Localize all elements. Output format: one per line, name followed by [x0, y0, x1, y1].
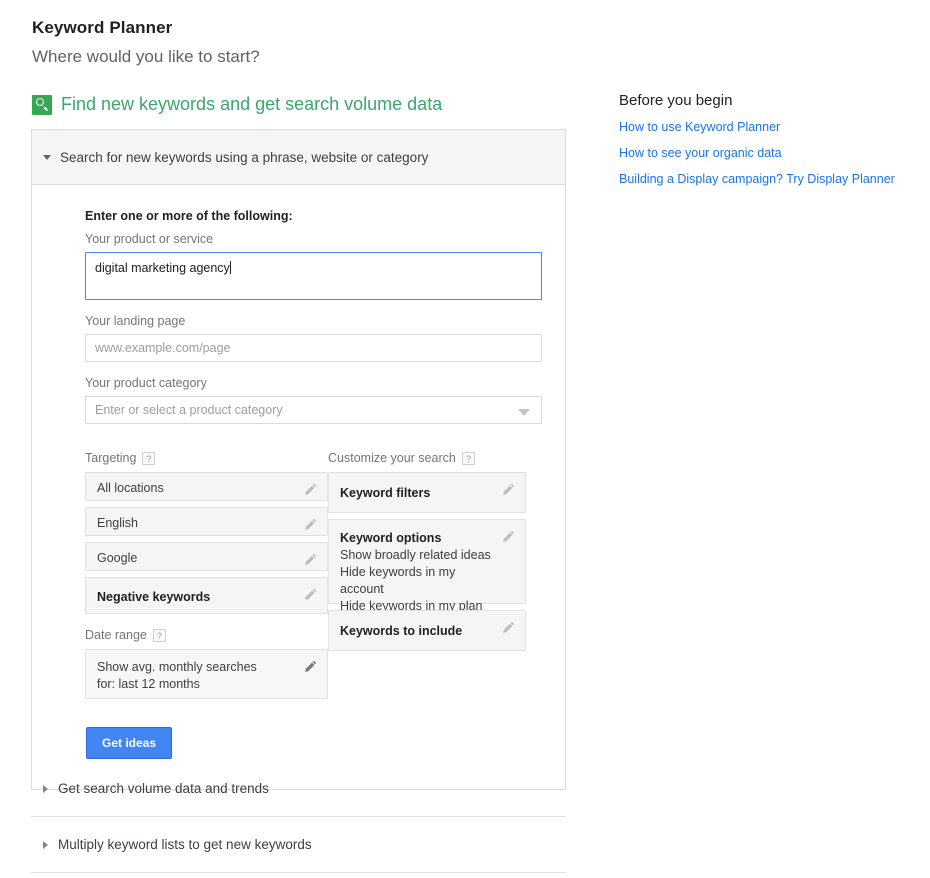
rail-link-display-planner[interactable]: Building a Display campaign? Try Display… [619, 172, 919, 187]
page-subtitle: Where would you like to start? [32, 47, 260, 66]
targeting-label-text: Targeting [85, 451, 137, 465]
targeting-card-label: All locations [97, 481, 164, 495]
keyword-options-title: Keyword options [340, 531, 442, 545]
date-range-card[interactable]: Show avg. monthly searches for: last 12 … [85, 649, 328, 699]
accordion-get-search-volume[interactable]: Get search volume data and trends [31, 761, 566, 817]
rail-link-how-to-use[interactable]: How to use Keyword Planner [619, 120, 919, 135]
page-title: Keyword Planner [32, 18, 173, 37]
product-category-label: Your product category [85, 376, 207, 390]
targeting-card-label: Negative keywords [97, 590, 211, 604]
targeting-card-language[interactable]: English [85, 507, 328, 536]
help-icon[interactable]: ? [142, 451, 156, 465]
date-range-value-line2: for: last 12 months [97, 677, 200, 691]
keyword-options-card[interactable]: Keyword options Show broadly related ide… [328, 519, 526, 613]
targeting-card-label: English [97, 516, 138, 530]
landing-page-label: Your landing page [85, 314, 186, 328]
product-or-service-input[interactable]: digital marketing agency [85, 252, 542, 300]
keyword-filters-title: Keyword filters [340, 486, 431, 500]
help-icon[interactable]: ? [152, 628, 166, 642]
product-or-service-label: Your product or service [85, 232, 214, 246]
date-range-value-line1: Show avg. monthly searches [97, 660, 257, 674]
keywords-to-include-title: Keywords to include [340, 624, 463, 638]
chevron-down-icon [518, 409, 530, 416]
product-or-service-value: digital marketing agency [95, 261, 230, 275]
edit-pencil-icon[interactable] [501, 529, 516, 544]
panel-header-toggle[interactable]: Search for new keywords using a phrase, … [32, 130, 565, 185]
chevron-right-icon [43, 840, 48, 849]
text-caret [230, 261, 232, 274]
targeting-card-negative-keywords[interactable]: Negative keywords [85, 577, 328, 614]
date-range-label-text: Date range [85, 628, 147, 642]
edit-pencil-icon[interactable] [303, 517, 318, 532]
rail-title: Before you begin [619, 92, 733, 109]
accordion-label: Get search volume data and trends [58, 781, 269, 796]
targeting-card-label: Google [97, 551, 138, 565]
find-keywords-panel: Search for new keywords using a phrase, … [31, 129, 566, 790]
keyword-filters-card[interactable]: Keyword filters [328, 472, 526, 513]
date-range-label: Date range ? [85, 628, 328, 642]
help-icon[interactable]: ? [461, 451, 475, 465]
accordion-multiply-keyword-lists[interactable]: Multiply keyword lists to get new keywor… [31, 817, 566, 873]
panel-header-label: Search for new keywords using a phrase, … [60, 149, 429, 165]
chevron-down-icon [43, 154, 51, 160]
landing-page-input[interactable] [85, 334, 542, 362]
edit-pencil-icon[interactable] [303, 552, 318, 567]
product-category-placeholder: Enter or select a product category [95, 403, 283, 417]
section-heading-label: Find new keywords and get search volume … [61, 94, 443, 114]
edit-pencil-icon[interactable] [501, 620, 516, 635]
get-ideas-button[interactable]: Get ideas [86, 727, 173, 759]
edit-pencil-icon[interactable] [303, 587, 318, 602]
product-category-select[interactable]: Enter or select a product category [85, 396, 542, 424]
enter-one-or-more-label: Enter one or more of the following: [85, 209, 293, 223]
panel-body: Enter one or more of the following: Your… [32, 185, 565, 789]
targeting-label: Targeting ? [85, 451, 328, 465]
keywords-to-include-card[interactable]: Keywords to include [328, 610, 526, 651]
accordion-label: Multiply keyword lists to get new keywor… [58, 837, 312, 852]
search-icon [32, 94, 52, 115]
customize-label: Customize your search ? [328, 451, 526, 465]
customize-column: Customize your search ? Keyword filters … [328, 451, 526, 705]
customize-label-text: Customize your search [328, 451, 456, 465]
edit-pencil-icon[interactable] [303, 659, 318, 674]
chevron-right-icon [43, 784, 48, 793]
targeting-cards: All locations English Google Negative ke… [85, 472, 328, 614]
keyword-options-line: Hide keywords in my account [340, 565, 456, 596]
keyword-options-line: Show broadly related ideas [340, 548, 491, 562]
options-row: Targeting ? All locations English Google… [85, 451, 565, 705]
rail-link-organic-data[interactable]: How to see your organic data [619, 146, 919, 161]
targeting-column: Targeting ? All locations English Google… [85, 451, 328, 705]
edit-pencil-icon[interactable] [303, 482, 318, 497]
targeting-card-network[interactable]: Google [85, 542, 328, 571]
targeting-card-locations[interactable]: All locations [85, 472, 328, 501]
section-heading: Find new keywords and get search volume … [32, 94, 442, 115]
before-you-begin-rail: Before you begin How to use Keyword Plan… [619, 92, 919, 198]
edit-pencil-icon[interactable] [501, 482, 516, 497]
